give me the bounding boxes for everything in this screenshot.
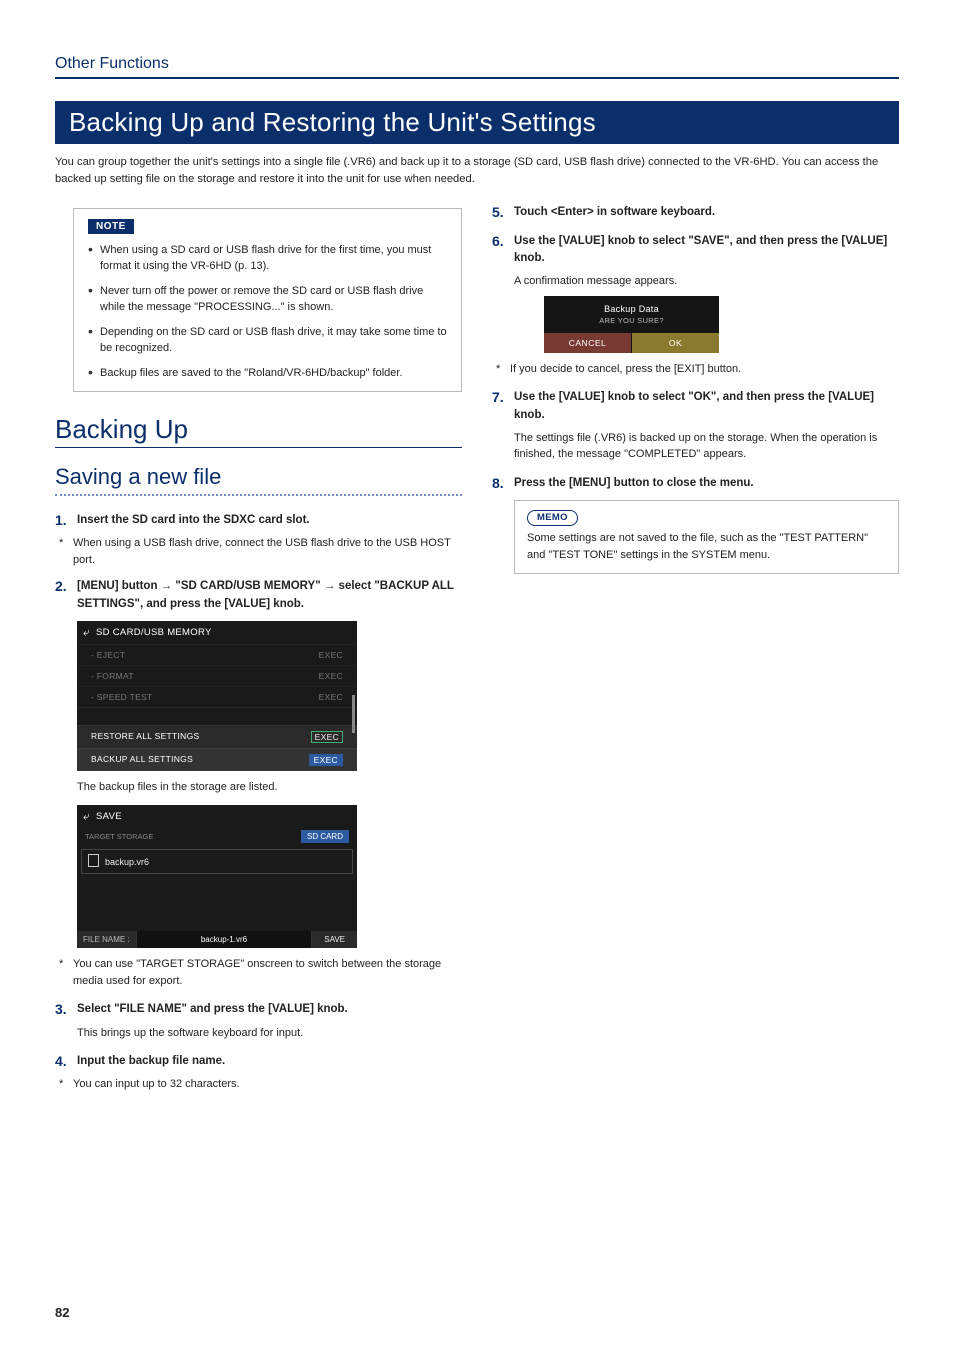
note-box: NOTE When using a SD card or USB flash d… [73, 208, 462, 393]
right-column: 5. Touch <Enter> in software keyboard. 6… [492, 204, 899, 1103]
intro-text: You can group together the unit's settin… [55, 154, 899, 188]
note-item: Backup files are saved to the "Roland/VR… [88, 365, 449, 382]
file-item: backup.vr6 [81, 849, 353, 874]
step-title: Select "FILE NAME" and press the [VALUE]… [77, 1003, 348, 1015]
step-title: Press the [MENU] button to close the men… [514, 477, 754, 489]
dotted-rule [55, 494, 462, 496]
section-heading: Backing Up [55, 414, 462, 448]
left-column: NOTE When using a SD card or USB flash d… [55, 204, 462, 1103]
dialog-subtitle: ARE YOU SURE? [544, 316, 719, 325]
memo-box: MEMO Some settings are not saved to the … [514, 500, 899, 574]
step-text: "SD CARD/USB MEMORY" [172, 580, 324, 592]
step-text: [MENU] button [77, 580, 161, 592]
target-storage-label: TARGET STORAGE [85, 832, 153, 841]
arrow-icon: → [161, 580, 173, 592]
note-item: Depending on the SD card or USB flash dr… [88, 324, 449, 357]
subsection-heading: Saving a new file [55, 464, 462, 494]
step-note: *When using a USB flash drive, connect t… [59, 535, 462, 568]
file-name: backup.vr6 [105, 857, 149, 867]
step-note-text: When using a USB flash drive, connect th… [73, 535, 462, 568]
save-button: SAVE [312, 931, 357, 948]
page-title: Backing Up and Restoring the Unit's Sett… [55, 101, 899, 144]
step-number: 6. [492, 233, 514, 268]
menu-row: - FORMATEXEC [77, 665, 357, 686]
body-text: The settings file (.VR6) is backed up on… [514, 430, 899, 463]
step-4: 4. Input the backup file name. [55, 1053, 462, 1070]
step-title: Touch <Enter> in software keyboard. [514, 206, 715, 218]
step-number: 1. [55, 512, 77, 529]
step-2: 2. [MENU] button → "SD CARD/USB MEMORY" … [55, 578, 462, 613]
step-number: 5. [492, 204, 514, 221]
step-title: Use the [VALUE] knob to select "SAVE", a… [514, 235, 887, 264]
step-note: *You can use "TARGET STORAGE" onscreen t… [59, 956, 462, 989]
memo-text: Some settings are not saved to the file,… [527, 530, 886, 563]
note-item: When using a SD card or USB flash drive … [88, 242, 449, 275]
arrow-icon: → [324, 580, 336, 592]
step-5: 5. Touch <Enter> in software keyboard. [492, 204, 899, 221]
cancel-button: CANCEL [544, 333, 631, 353]
back-icon: ⤶ [83, 809, 90, 824]
step-8: 8. Press the [MENU] button to close the … [492, 475, 899, 492]
ok-button: OK [631, 333, 719, 353]
page-number: 82 [55, 1305, 69, 1320]
menu-row: RESTORE ALL SETTINGSEXEC [77, 725, 357, 748]
menu-row: - EJECTEXEC [77, 644, 357, 665]
step-title: Use the [VALUE] knob to select "OK", and… [514, 391, 874, 420]
step-number: 3. [55, 1001, 77, 1018]
step-title: Insert the SD card into the SDXC card sl… [77, 514, 310, 526]
step-number: 4. [55, 1053, 77, 1070]
step-note-text: If you decide to cancel, press the [EXIT… [510, 361, 741, 378]
step-1: 1. Insert the SD card into the SDXC card… [55, 512, 462, 529]
menu-title: SAVE [96, 811, 122, 822]
body-text: The backup files in the storage are list… [77, 779, 462, 796]
menu-row-selected: BACKUP ALL SETTINGSEXEC [77, 748, 357, 771]
step-note: *You can input up to 32 characters. [59, 1076, 462, 1093]
step-title: Input the backup file name. [77, 1055, 225, 1067]
filename-label: FILE NAME : [77, 931, 136, 948]
step-6: 6. Use the [VALUE] knob to select "SAVE"… [492, 233, 899, 268]
step-number: 8. [492, 475, 514, 492]
step-7: 7. Use the [VALUE] knob to select "OK", … [492, 389, 899, 424]
file-icon [88, 854, 99, 869]
dialog-title: Backup Data [544, 304, 719, 314]
filename-value: backup-1.vr6 [136, 931, 313, 948]
save-screenshot: ⤶ SAVE TARGET STORAGE SD CARD backup.vr6… [77, 805, 357, 948]
body-text: A confirmation message appears. [514, 273, 899, 290]
target-storage-value: SD CARD [301, 830, 349, 843]
step-3: 3. Select "FILE NAME" and press the [VAL… [55, 1001, 462, 1018]
step-note-text: You can input up to 32 characters. [73, 1076, 240, 1093]
scrollbar [352, 647, 355, 767]
note-item: Never turn off the power or remove the S… [88, 283, 449, 316]
back-icon: ⤶ [83, 625, 90, 640]
step-number: 2. [55, 578, 77, 613]
step-note-text: You can use "TARGET STORAGE" onscreen to… [73, 956, 462, 989]
step-number: 7. [492, 389, 514, 424]
note-label: NOTE [88, 219, 134, 234]
body-text: This brings up the software keyboard for… [77, 1025, 462, 1042]
confirm-dialog: Backup Data ARE YOU SURE? CANCEL OK [544, 296, 719, 353]
breadcrumb: Other Functions [55, 55, 899, 79]
menu-row: - SPEED TESTEXEC [77, 686, 357, 707]
step-note: *If you decide to cancel, press the [EXI… [496, 361, 899, 378]
memo-label: MEMO [527, 510, 578, 526]
menu-title: SD CARD/USB MEMORY [96, 627, 212, 638]
menu-screenshot: ⤶ SD CARD/USB MEMORY - EJECTEXEC - FORMA… [77, 621, 357, 771]
